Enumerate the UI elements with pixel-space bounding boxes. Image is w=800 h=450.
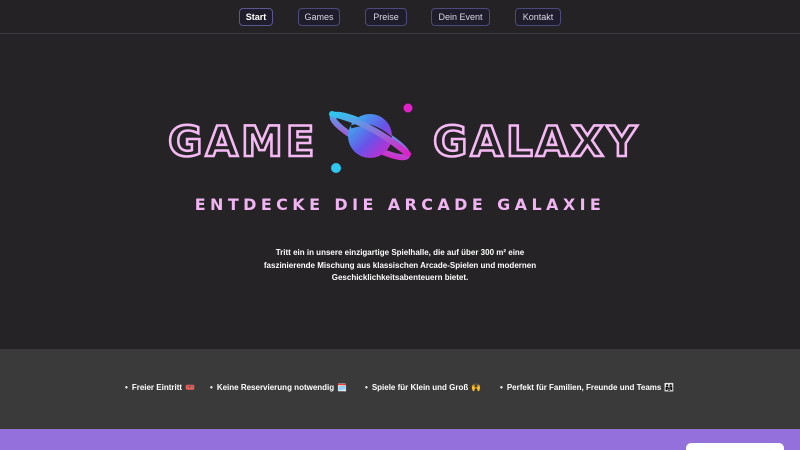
tagline: ENTDECKE DIE ARCADE GALAXIE bbox=[194, 195, 606, 214]
nav-dein-event[interactable]: Dein Event bbox=[431, 8, 490, 26]
intro-line: Tritt ein in unsere einzigartige Spielha… bbox=[275, 248, 525, 257]
calendar-icon: 🗓️ bbox=[337, 383, 348, 392]
hero-section bbox=[0, 35, 800, 349]
logo-text-game: GAME bbox=[167, 116, 318, 168]
features-bar: • Freier Eintritt 🎟️ • Keine Reservierung n… bbox=[0, 349, 800, 429]
bullet-icon: • bbox=[365, 383, 368, 392]
logo-text-galaxy: GALAXY bbox=[432, 116, 641, 168]
intro-text: Tritt ein in unsere einzigartige Spielha… bbox=[240, 247, 560, 285]
nav-games[interactable]: Games bbox=[298, 8, 340, 26]
raised-hands-icon: 🙌 bbox=[471, 383, 482, 392]
bullet-icon: • bbox=[500, 383, 503, 392]
feature-text: Spiele für Klein und Groß bbox=[371, 383, 469, 392]
ticket-icon: 🎟️ bbox=[185, 383, 196, 392]
feature-item: • Spiele für Klein und Groß 🙌 bbox=[365, 383, 481, 393]
feature-text: Keine Reservierung notwendig bbox=[216, 383, 335, 392]
intro-line: Geschicklichkeitsabenteuern bietet. bbox=[331, 273, 469, 282]
intro-line: faszinierende Mischung aus klassischen A… bbox=[263, 260, 537, 270]
feature-text: Freier Eintritt bbox=[131, 383, 183, 392]
top-nav: Start Games Preise Dein Event Kontakt bbox=[0, 0, 800, 34]
feature-item: • Perfekt für Familien, Freunde und Teams… bbox=[500, 383, 674, 393]
feature-item: • Keine Reservierung notwendig 🗓️ bbox=[210, 383, 347, 393]
nav-preise[interactable]: Preise bbox=[365, 8, 407, 26]
feature-text: Perfekt für Familien, Freunde und Teams bbox=[506, 383, 662, 392]
next-section-band bbox=[0, 429, 800, 450]
bullet-icon: • bbox=[125, 383, 128, 392]
family-icon: 👨‍👩‍👧 bbox=[664, 383, 675, 392]
cta-button[interactable] bbox=[686, 443, 784, 450]
bullet-icon: • bbox=[210, 383, 213, 392]
planet-icon bbox=[329, 103, 413, 173]
feature-item: • Freier Eintritt 🎟️ bbox=[125, 383, 195, 393]
nav-kontakt[interactable]: Kontakt bbox=[515, 8, 561, 26]
nav-start[interactable]: Start bbox=[239, 8, 273, 26]
